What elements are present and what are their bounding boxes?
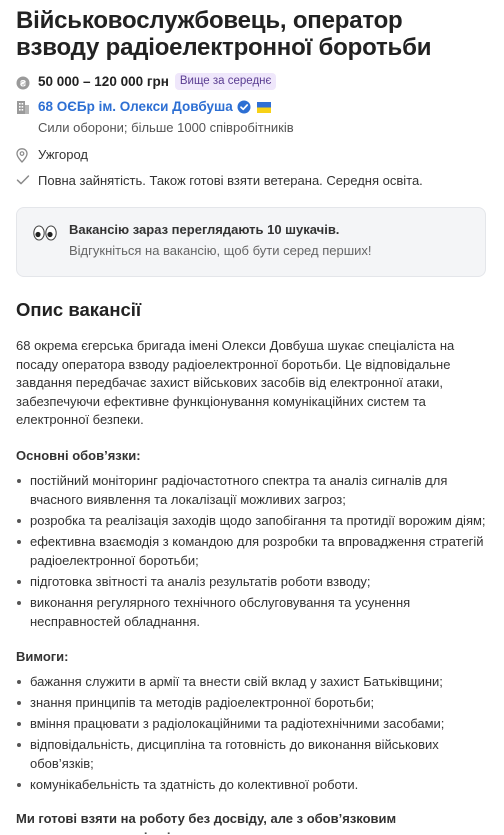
list-item: підготовка звітності та аналіз результат… xyxy=(16,572,486,591)
notice-title: Вакансію зараз переглядають 10 шукачів. xyxy=(69,222,340,237)
ukraine-flag-icon xyxy=(256,100,271,113)
vacancy-page: Військовослужбовець, оператор взводу рад… xyxy=(0,7,504,835)
list-item: бажання служити в армії та внести свій в… xyxy=(16,672,486,691)
list-item: виконання регулярного технічного обслуго… xyxy=(16,593,486,631)
list-item: постійний моніторинг радіочастотного спе… xyxy=(16,471,486,509)
employment-row: Повна зайнятість. Також готові взяти вет… xyxy=(16,172,486,190)
salary-badge: Вище за середнє xyxy=(174,73,277,90)
city-value: Ужгород xyxy=(38,147,88,162)
company-row: 68 ОЄБр ім. Олекси Довбуша Сили оборони;… xyxy=(16,98,486,137)
building-icon xyxy=(16,98,38,115)
salary-row: ₴ 50 000 – 120 000 грн Вище за середнє xyxy=(16,73,486,90)
requirements-list: бажання служити в армії та внести свій в… xyxy=(16,672,486,794)
list-item: ефективна взаємодія з командою для розро… xyxy=(16,532,486,570)
location-pin-icon xyxy=(16,146,38,163)
list-item: вміння працювати з радіолокаційними та р… xyxy=(16,714,486,733)
description-heading: Опис вакансії xyxy=(16,299,142,320)
notice-subtitle: Відгукніться на вакансію, щоб бути серед… xyxy=(69,243,372,258)
company-link[interactable]: 68 ОЄБр ім. Олекси Довбуша xyxy=(38,99,233,114)
checkmark-icon xyxy=(16,172,38,186)
coin-icon: ₴ xyxy=(16,74,38,90)
verified-check-icon xyxy=(237,100,251,119)
list-item: комунікабельність та здатність до колект… xyxy=(16,775,486,794)
viewers-notice: Вакансію зараз переглядають 10 шукачів. … xyxy=(16,207,486,277)
salary-value: 50 000 – 120 000 грн xyxy=(38,74,169,89)
list-item: розробка та реалізація заходів щодо запо… xyxy=(16,511,486,530)
job-title: Військовослужбовець, оператор взводу рад… xyxy=(16,7,432,61)
city-row: Ужгород xyxy=(16,146,486,164)
requirements-heading: Вимоги: xyxy=(16,648,69,664)
experience-note: Ми готові взяти на роботу без досвіду, а… xyxy=(16,810,397,835)
eyes-icon xyxy=(33,221,69,260)
duties-heading: Основні обов’язки: xyxy=(16,447,141,463)
company-details: Сили оборони; більше 1000 співробітників xyxy=(38,120,294,135)
svg-text:₴: ₴ xyxy=(20,78,26,88)
description-intro: 68 окрема єгерська бригада імені Олекси … xyxy=(16,338,455,427)
employment-value: Повна зайнятість. Також готові взяти вет… xyxy=(38,173,423,188)
duties-list: постійний моніторинг радіочастотного спе… xyxy=(16,471,486,631)
list-item: відповідальність, дисципліна та готовніс… xyxy=(16,735,486,773)
list-item: знання принципів та методів радіоелектро… xyxy=(16,693,486,712)
